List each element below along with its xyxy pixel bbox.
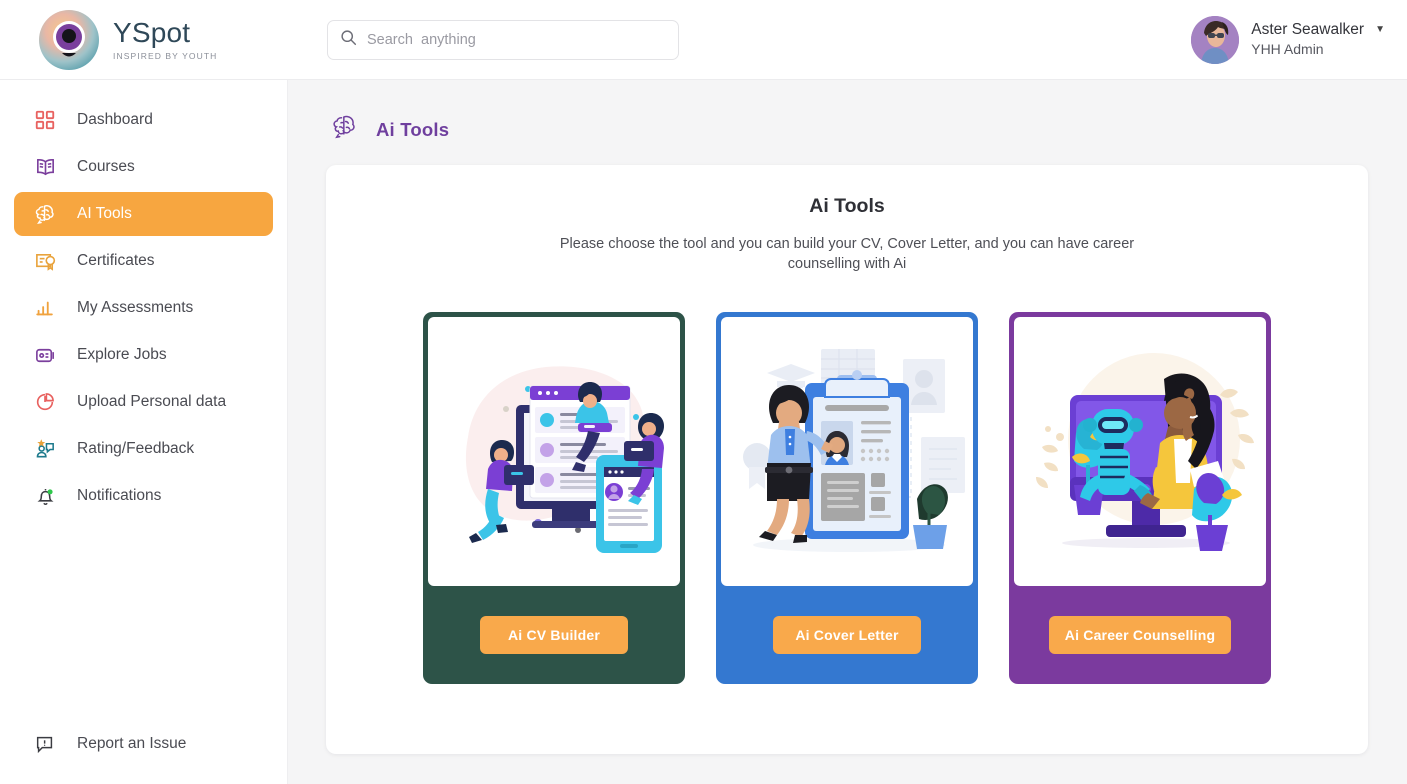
sidebar-item-label: Certificates [77,252,155,269]
ai-tools-panel: Ai Tools Please choose the tool and you … [326,165,1368,754]
user-menu[interactable]: Aster Seawalker ▼ YHH Admin [1191,15,1385,64]
ai-cover-letter-button[interactable]: Ai Cover Letter [773,616,921,654]
ai-cv-builder-button[interactable]: Ai CV Builder [480,616,628,654]
page-title: Ai Tools [376,118,450,140]
bell-icon [32,483,58,509]
brand-logo[interactable]: YSpot INSPIRED BY YOUTH [0,9,288,71]
sidebar-item-my-assessments[interactable]: My Assessments [14,286,273,330]
sidebar-item-dashboard[interactable]: Dashboard [14,98,273,142]
chevron-down-icon[interactable]: ▼ [1375,24,1385,37]
career-counselling-illustration [1014,317,1266,586]
sidebar-item-ai-tools[interactable]: AI Tools [14,192,273,236]
brain-icon [328,112,362,147]
sidebar-footer: Report an Issue [0,722,287,784]
user-meta: Aster Seawalker ▼ YHH Admin [1251,20,1385,59]
top-header: YSpot INSPIRED BY YOUTH Search anything … [0,0,1407,80]
bar-chart-icon [32,295,58,321]
sidebar-item-label: AI Tools [77,205,132,222]
pie-chart-icon [32,389,58,415]
sidebar-nav: Dashboard Courses AI Tools Certificates … [0,98,287,518]
sidebar-item-label: Rating/Feedback [77,440,195,457]
search-icon [340,29,357,51]
sidebar-item-rating-feedback[interactable]: Rating/Feedback [14,427,273,471]
panel-title: Ai Tools [809,195,885,217]
sidebar-item-label: Explore Jobs [77,346,167,363]
ai-career-counselling-button[interactable]: Ai Career Counselling [1048,616,1232,654]
sidebar-item-certificates[interactable]: Certificates [14,239,273,283]
cv-builder-illustration [428,317,680,586]
sidebar-item-explore-jobs[interactable]: Explore Jobs [14,333,273,377]
page-header: Ai Tools [328,112,1368,147]
search-box[interactable] [327,19,679,60]
sidebar-item-label: My Assessments [77,299,194,316]
user-name: Aster Seawalker [1251,21,1365,39]
card-footer: Ai Career Counselling [1014,586,1266,684]
brand-text: YSpot INSPIRED BY YOUTH [113,17,218,61]
app-root: YSpot INSPIRED BY YOUTH Search anything … [0,0,1407,784]
user-name-row: Aster Seawalker ▼ [1251,20,1385,39]
sidebar-item-notifications[interactable]: Notifications [14,474,273,518]
user-role: YHH Admin [1251,41,1324,58]
certificate-icon [32,248,58,274]
search-input[interactable] [367,31,666,48]
report-issue-icon [32,731,58,757]
grid-icon [32,107,58,133]
brand-name: YSpot [113,17,191,49]
card-footer: Ai Cover Letter [721,586,973,684]
brain-icon [32,201,58,227]
tool-card-career-counselling[interactable]: Ai Career Counselling [1009,312,1271,684]
tool-card-list: Ai CV Builder Ai Cover Letter Ai Career … [354,312,1340,684]
app-body: Dashboard Courses AI Tools Certificates … [0,80,1407,784]
sidebar-item-label: Report an Issue [77,735,187,752]
cover-letter-illustration [721,317,973,586]
search-container [327,19,679,60]
id-card-icon [32,342,58,368]
book-icon [32,154,58,180]
sidebar-item-courses[interactable]: Courses [14,145,273,189]
avatar [1191,15,1240,64]
sidebar: Dashboard Courses AI Tools Certificates … [0,80,288,784]
sidebar-item-upload-personal-data[interactable]: Upload Personal data [14,380,273,424]
sidebar-item-label: Upload Personal data [77,393,227,410]
tool-card-cover-letter[interactable]: Ai Cover Letter [716,312,978,684]
sidebar-item-label: Notifications [77,487,162,504]
brand-tagline: INSPIRED BY YOUTH [113,50,218,61]
main-content: Ai Tools Ai Tools Please choose the tool… [288,80,1407,784]
panel-description: Please choose the tool and you can build… [559,236,1135,272]
tool-card-cv-builder[interactable]: Ai CV Builder [423,312,685,684]
sidebar-item-label: Courses [77,158,135,175]
sidebar-item-report-an-issue[interactable]: Report an Issue [14,722,273,766]
card-footer: Ai CV Builder [428,586,680,684]
eye-logo-icon [38,9,100,71]
sidebar-item-label: Dashboard [77,111,153,128]
feedback-icon [32,436,58,462]
